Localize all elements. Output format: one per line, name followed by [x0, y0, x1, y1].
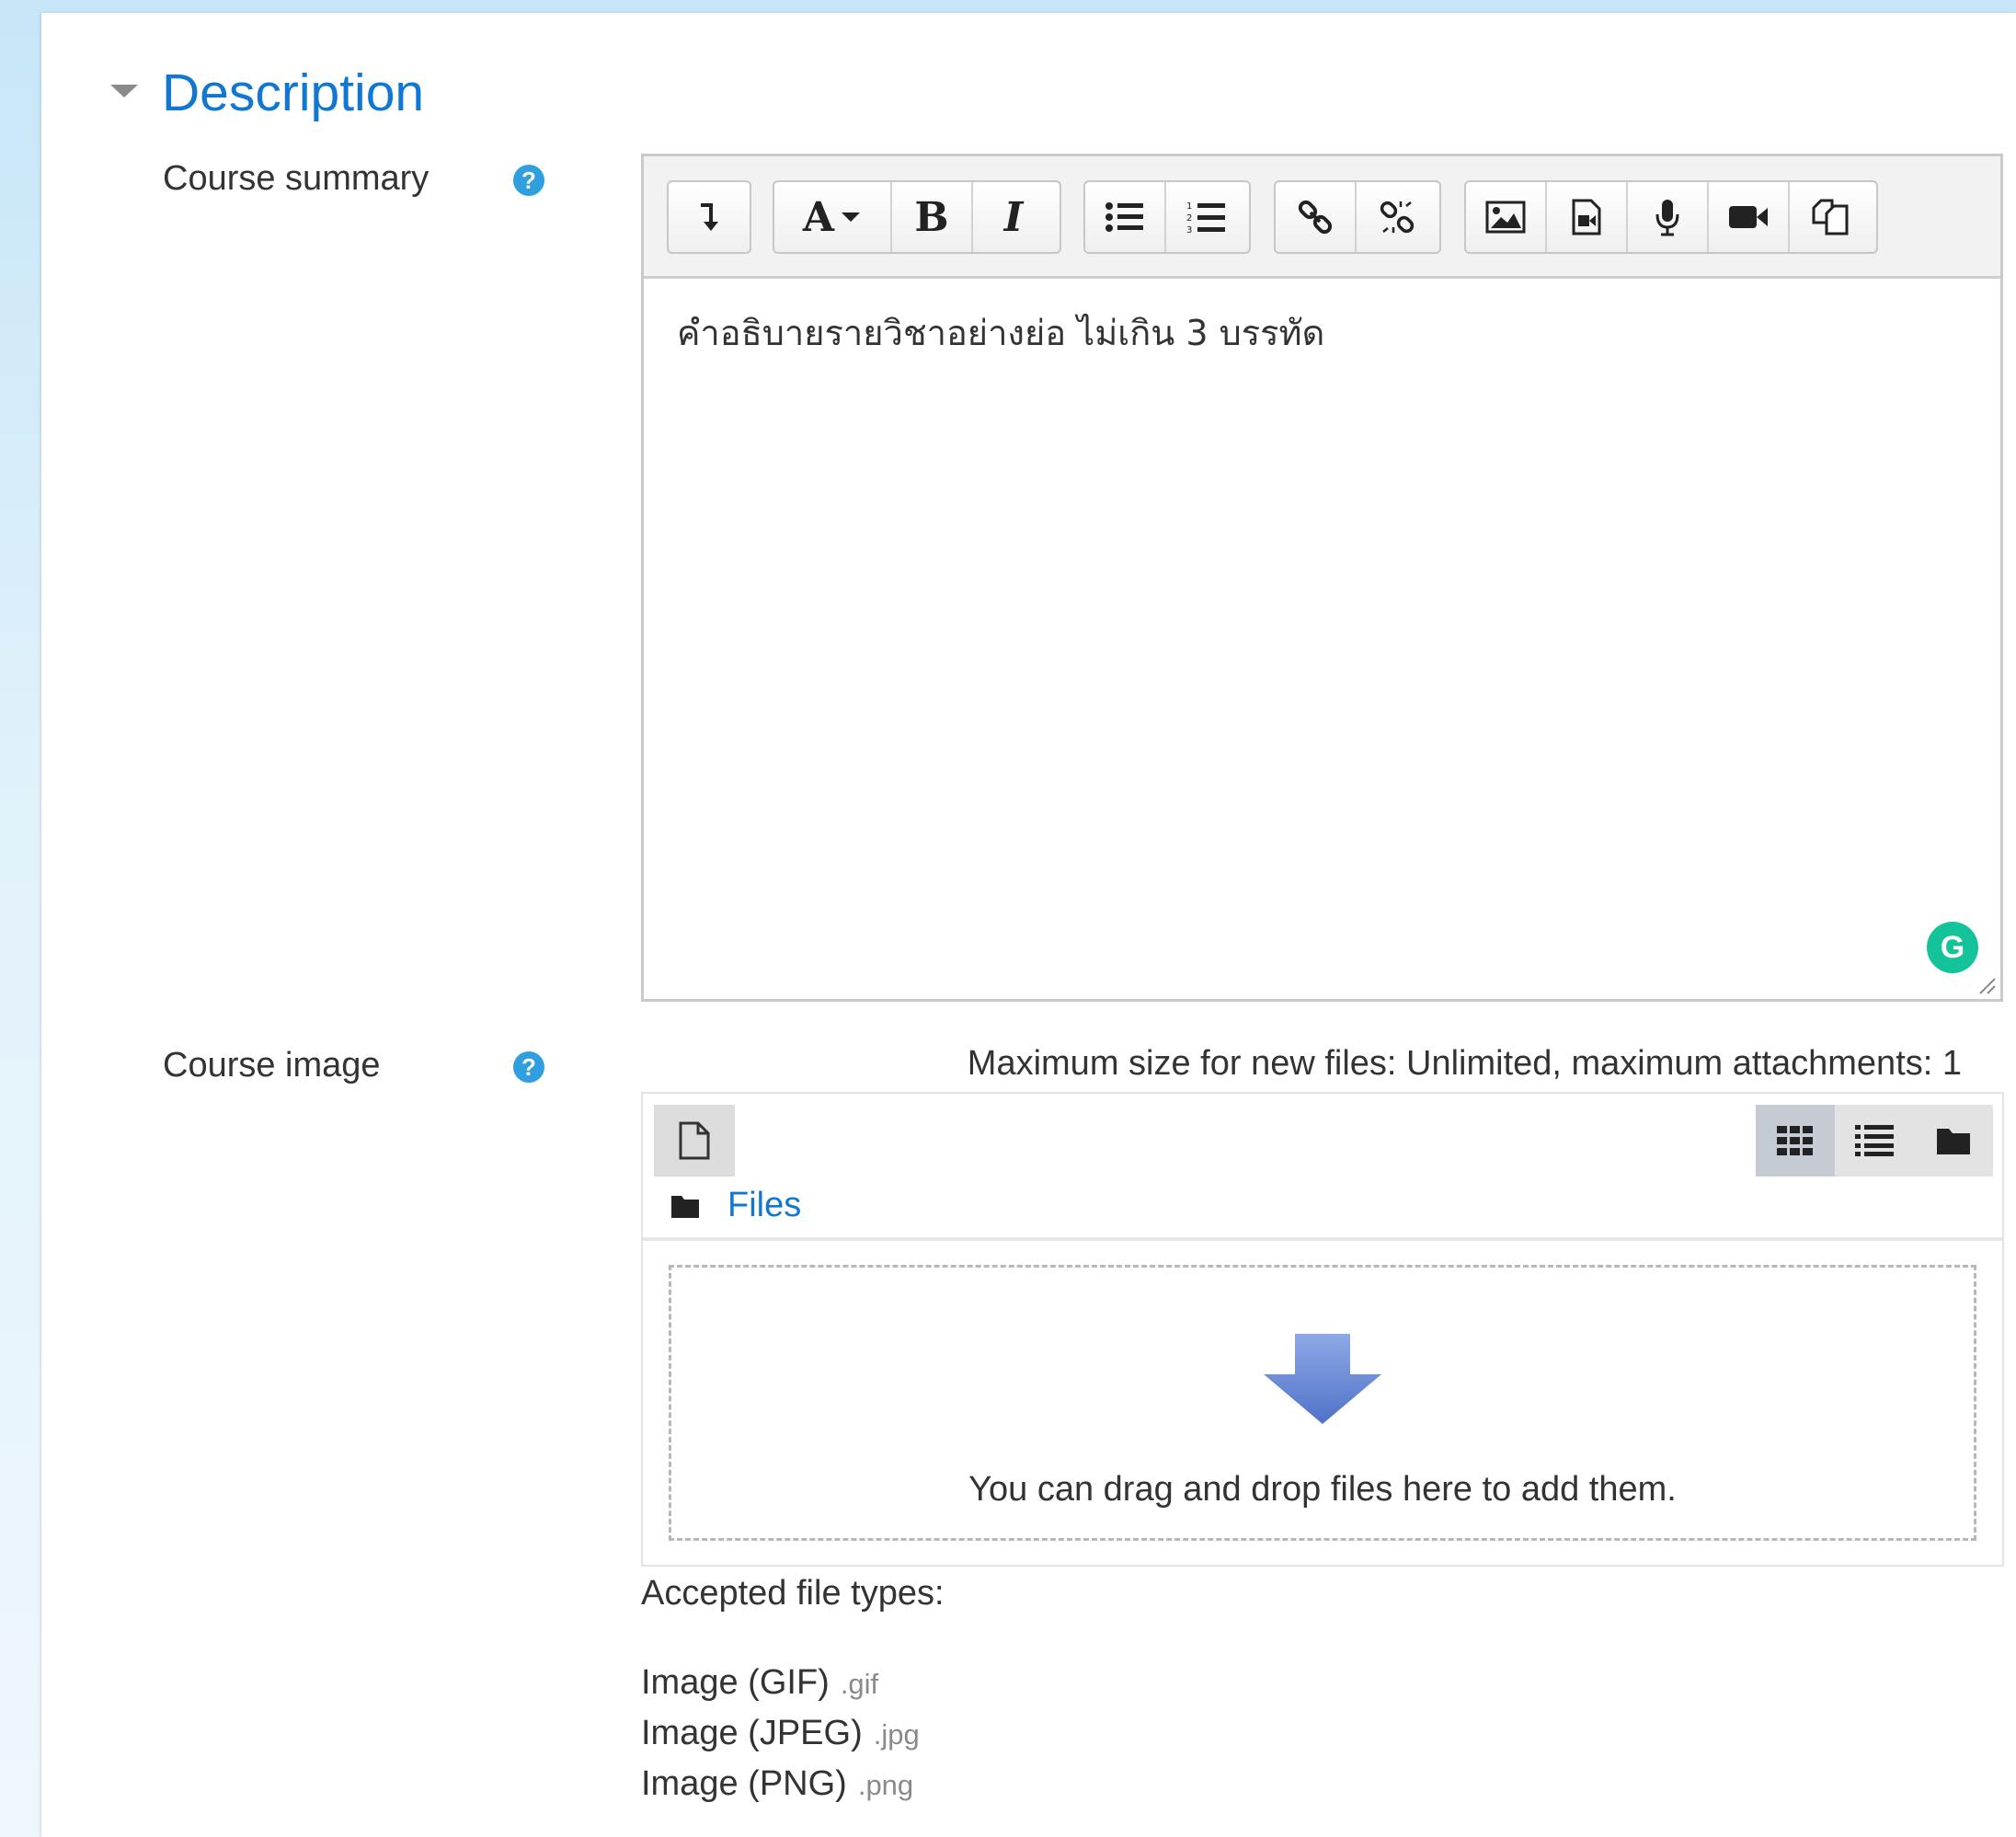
- list-item: Image (GIF) .gif: [641, 1659, 920, 1710]
- course-image-label: Course image: [163, 1046, 381, 1085]
- collapse-section-icon[interactable]: [110, 85, 138, 98]
- toolbar-group-lists: 1 2 3: [1083, 180, 1251, 254]
- italic-button[interactable]: I: [973, 182, 1054, 252]
- video-camera-icon: [1729, 206, 1768, 228]
- view-icons-button[interactable]: [1756, 1105, 1835, 1177]
- grid-icon: [1777, 1126, 1813, 1155]
- microphone-icon: [1655, 200, 1679, 236]
- course-image-help-icon[interactable]: ?: [513, 1051, 544, 1083]
- form-panel: Description Course summary ? A B I 1 2 3…: [41, 13, 2016, 1837]
- copy-files-icon: [1812, 199, 1849, 235]
- arrow-down-icon: [1264, 1334, 1381, 1424]
- files-path-link[interactable]: Files: [727, 1186, 801, 1225]
- max-size-text: Maximum size for new files: Unlimited, m…: [967, 1044, 1962, 1083]
- chevron-down-icon: [842, 212, 861, 222]
- bullet-list-icon: [1105, 202, 1143, 232]
- image-icon: [1485, 201, 1526, 234]
- view-tree-button[interactable]: [1914, 1105, 1993, 1177]
- course-summary-help-icon[interactable]: ?: [513, 165, 544, 196]
- accepted-types-heading: Accepted file types:: [641, 1574, 945, 1613]
- link-button[interactable]: [1276, 182, 1357, 252]
- folder-icon: [671, 1195, 699, 1218]
- bold-button[interactable]: B: [892, 182, 973, 252]
- record-video-button[interactable]: [1709, 182, 1790, 252]
- resize-handle-icon[interactable]: [1976, 975, 1997, 995]
- accepted-types-list: Image (GIF) .gif Image (JPEG) .jpg Image (…: [641, 1659, 920, 1811]
- unlink-icon: [1380, 201, 1415, 234]
- svg-text:1: 1: [1186, 201, 1192, 212]
- manage-files-button[interactable]: [1790, 182, 1871, 252]
- link-icon: [1298, 200, 1333, 235]
- view-switcher: [1756, 1105, 1993, 1177]
- arrow-down-left-icon: [701, 203, 718, 231]
- toolbar-group-links: [1274, 180, 1441, 254]
- numbered-list-icon: 1 2 3: [1186, 201, 1225, 235]
- record-audio-button[interactable]: [1628, 182, 1709, 252]
- view-list-button[interactable]: [1835, 1105, 1914, 1177]
- toolbar-group-media: [1464, 180, 1878, 254]
- list-item: Image (PNG) .png: [641, 1761, 920, 1811]
- show-more-buttons[interactable]: [669, 182, 750, 252]
- svg-text:2: 2: [1186, 213, 1192, 224]
- course-summary-textarea[interactable]: คำอธิบายรายวิชาอย่างย่อ ไม่เกิน 3 บรรทัด…: [644, 276, 2000, 999]
- list-item: Image (JPEG) .jpg: [641, 1710, 920, 1761]
- font-style-button[interactable]: A: [774, 182, 892, 252]
- file-type-name: Image (PNG): [641, 1764, 847, 1803]
- file-manager: Files You can drag and drop files here t…: [641, 1092, 2004, 1567]
- media-icon: [1572, 199, 1601, 235]
- drop-zone[interactable]: You can drag and drop files here to add …: [669, 1265, 1976, 1541]
- file-type-ext: .png: [857, 1769, 914, 1801]
- unlink-button[interactable]: [1357, 182, 1438, 252]
- list-icon: [1855, 1125, 1894, 1156]
- ordered-list-button[interactable]: 1 2 3: [1166, 182, 1247, 252]
- folder-icon: [1937, 1129, 1970, 1154]
- unordered-list-button[interactable]: [1085, 182, 1166, 252]
- file-type-ext: .gif: [840, 1668, 879, 1700]
- drop-instructions: You can drag and drop files here to add …: [968, 1470, 1677, 1509]
- insert-media-button[interactable]: [1547, 182, 1628, 252]
- file-type-ext: .jpg: [873, 1718, 920, 1751]
- toolbar-group-style: A B I: [773, 180, 1061, 254]
- file-type-name: Image (GIF): [641, 1663, 830, 1702]
- file-icon: [679, 1121, 710, 1160]
- course-summary-editor: A B I 1 2 3 คำอธิบายรายวิชาอย่างย่อ ไม่เ…: [641, 154, 2003, 1002]
- breadcrumb: Files: [670, 1186, 801, 1225]
- course-summary-label: Course summary: [163, 159, 430, 198]
- file-type-name: Image (JPEG): [641, 1714, 863, 1752]
- grammarly-icon[interactable]: G: [1927, 922, 1978, 973]
- editor-toolbar: A B I 1 2 3: [644, 156, 2000, 276]
- file-manager-toolbar: Files: [643, 1094, 2002, 1241]
- editor-content[interactable]: คำอธิบายรายวิชาอย่างย่อ ไม่เกิน 3 บรรทัด: [677, 304, 1324, 361]
- add-file-button[interactable]: [654, 1105, 735, 1177]
- svg-text:3: 3: [1186, 225, 1192, 235]
- toolbar-group-more: [667, 180, 751, 254]
- section-title[interactable]: Description: [162, 61, 424, 125]
- insert-image-button[interactable]: [1466, 182, 1547, 252]
